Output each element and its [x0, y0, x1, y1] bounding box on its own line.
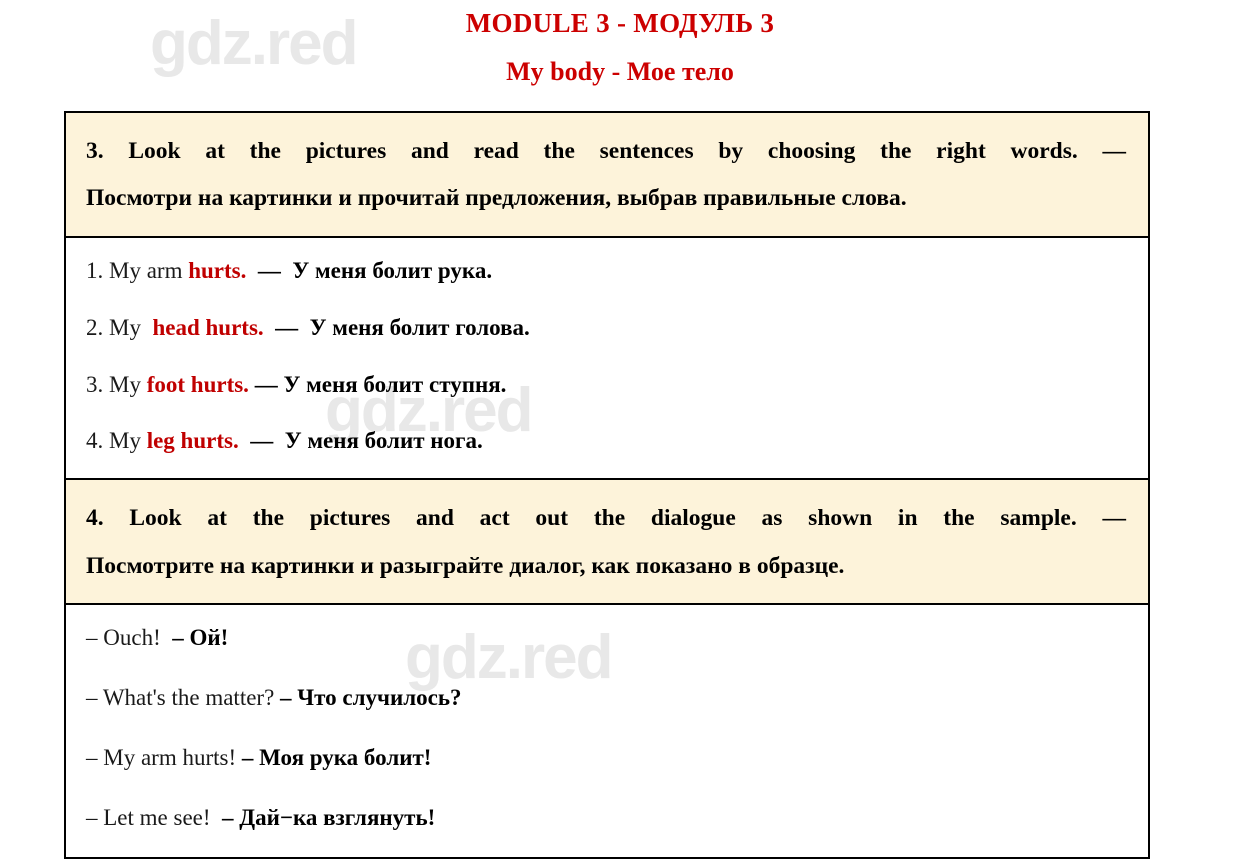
- task-3-prompt-ru: Посмотри на картинки и прочитай предложе…: [86, 185, 907, 212]
- answer-line-2: 2. My head hurts. — У меня болит голова.: [86, 313, 1126, 343]
- dialogue-4-ru: Дай−ка взглянуть!: [239, 804, 436, 830]
- task-3-prompt: 3. Look at the pictures and read the sen…: [66, 113, 1148, 238]
- dialogue-1-en: – Ouch!: [86, 625, 173, 650]
- answer-3-sep: —: [248, 371, 284, 397]
- answer-4-ru: У меня болит нога.: [284, 428, 483, 454]
- answer-2-ru: У меня болит голова.: [309, 314, 530, 340]
- dialogue-1-sep: –: [172, 625, 190, 650]
- answer-1-sep: —: [246, 257, 293, 283]
- answer-4-highlight: leg hurts.: [146, 428, 239, 454]
- dialogue-line-3: – My arm hurts! – Моя рука болит!: [86, 743, 1126, 773]
- dialogue-3-sep: –: [241, 744, 260, 770]
- answer-3-en: 3. My: [86, 371, 147, 397]
- answer-line-3: 3. My foot hurts. — У меня болит ступня.: [86, 370, 1126, 400]
- task-3-prompt-en: 3. Look at the pictures and read the sen…: [86, 138, 1126, 164]
- dialogue-2-ru: Что случилось?: [297, 684, 462, 710]
- answer-1-ru: У меня болит рука.: [292, 257, 493, 283]
- dialogue-1-ru: Ой!: [189, 625, 229, 650]
- dialogue-3-en: – My arm hurts!: [86, 744, 242, 770]
- answer-3-ru: У меня болит ступня.: [283, 371, 507, 397]
- answer-4-en: 4. My: [86, 428, 147, 454]
- task-4-prompt: 4. Look at the pictures and act out the …: [66, 480, 1148, 605]
- page-header: MODULE 3 - МОДУЛЬ 3 My body - Мое тело: [0, 0, 1240, 87]
- task-4-dialogue: – Ouch! – Ой! – What's the matter? – Что…: [66, 605, 1148, 857]
- dialogue-line-2: – What's the matter? – Что случилось?: [86, 683, 1126, 713]
- dialogue-line-1: – Ouch! – Ой!: [86, 623, 1126, 653]
- answer-2-en: 2. My: [86, 314, 147, 340]
- task-4-prompt-en: 4. Look at the pictures and act out the …: [86, 505, 1126, 532]
- exercise-table: 3. Look at the pictures and read the sen…: [64, 111, 1150, 859]
- answer-line-4: 4. My leg hurts. — У меня болит нога.: [86, 426, 1126, 456]
- module-subtitle: My body - Мое тело: [506, 57, 734, 86]
- dialogue-4-sep: –: [222, 804, 240, 830]
- answer-1-highlight: hurts.: [188, 257, 247, 283]
- task-4-prompt-ru: Посмотрите на картинки и разыграйте диал…: [86, 552, 845, 579]
- answer-4-sep: —: [238, 428, 285, 454]
- dialogue-2-sep: –: [280, 684, 298, 710]
- answer-2-sep: —: [263, 314, 310, 340]
- task-3-answers: 1. My arm hurts. — У меня болит рука. 2.…: [66, 238, 1148, 481]
- answer-2-highlight: head hurts.: [146, 314, 264, 340]
- dialogue-3-ru: Моя рука болит!: [259, 744, 432, 770]
- answer-3-highlight: foot hurts.: [146, 371, 249, 397]
- dialogue-4-en: – Let me see!: [86, 804, 223, 830]
- dialogue-2-en: – What's the matter?: [86, 684, 281, 710]
- answer-1-en: 1. My arm: [86, 257, 189, 283]
- answer-line-1: 1. My arm hurts. — У меня болит рука.: [86, 256, 1126, 286]
- module-title: MODULE 3 - МОДУЛЬ 3: [465, 8, 775, 38]
- dialogue-line-4: – Let me see! – Дай−ка взглянуть!: [86, 803, 1126, 833]
